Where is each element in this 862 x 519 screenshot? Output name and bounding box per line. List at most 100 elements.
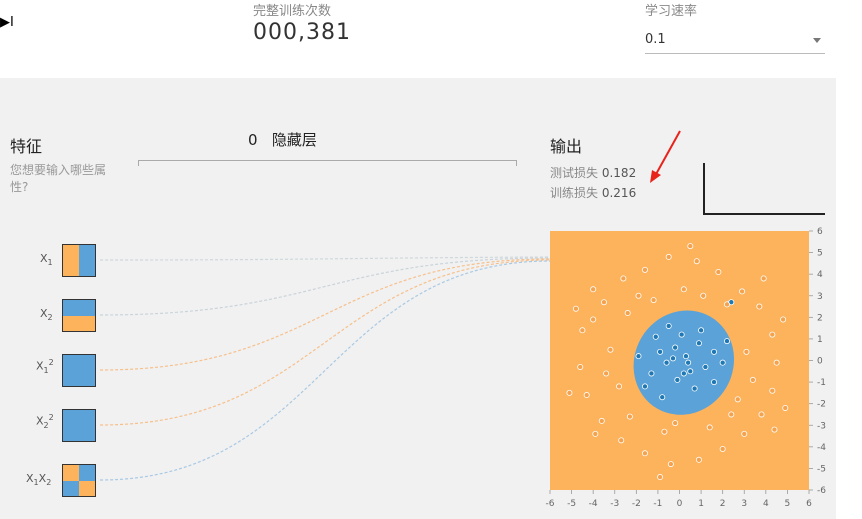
data-point bbox=[624, 310, 631, 317]
data-point bbox=[665, 322, 672, 329]
x-tick-label: 2 bbox=[720, 499, 726, 509]
y-tick-label: -3 bbox=[817, 421, 826, 431]
data-point bbox=[600, 299, 607, 306]
data-point bbox=[663, 359, 670, 366]
data-point bbox=[678, 331, 685, 338]
data-point bbox=[652, 333, 659, 340]
data-point bbox=[771, 426, 778, 433]
data-point bbox=[741, 430, 748, 437]
data-point bbox=[616, 383, 623, 390]
data-point bbox=[719, 359, 726, 366]
data-point bbox=[758, 411, 765, 418]
data-point bbox=[685, 359, 692, 366]
x-tick-label: -5 bbox=[567, 499, 576, 509]
data-point bbox=[782, 404, 789, 411]
data-point bbox=[598, 417, 605, 424]
data-point bbox=[680, 286, 687, 293]
x-tick-label: -1 bbox=[653, 499, 662, 509]
x-tick-label: 4 bbox=[763, 499, 769, 509]
data-point bbox=[579, 327, 586, 334]
data-point bbox=[672, 344, 679, 351]
data-point bbox=[728, 411, 735, 418]
data-point bbox=[657, 348, 664, 355]
data-point bbox=[657, 474, 664, 481]
data-point bbox=[607, 346, 614, 353]
data-point bbox=[635, 292, 642, 299]
data-point bbox=[715, 269, 722, 276]
data-point bbox=[706, 424, 713, 431]
data-point bbox=[749, 376, 756, 383]
data-point bbox=[641, 266, 648, 273]
data-point bbox=[687, 243, 694, 250]
data-point bbox=[670, 355, 677, 362]
data-point bbox=[635, 353, 642, 360]
data-point bbox=[626, 413, 633, 420]
data-point bbox=[723, 338, 730, 345]
data-point bbox=[572, 305, 579, 312]
data-point bbox=[723, 301, 730, 308]
data-point bbox=[648, 370, 655, 377]
data-point bbox=[719, 445, 726, 452]
data-point bbox=[711, 379, 718, 386]
y-tick-label: 1 bbox=[817, 335, 823, 345]
data-point bbox=[695, 456, 702, 463]
y-tick-label: -6 bbox=[817, 486, 826, 496]
y-tick-label: 4 bbox=[817, 270, 823, 280]
y-tick-label: 2 bbox=[817, 313, 823, 323]
data-point bbox=[659, 394, 666, 401]
y-tick-label: -1 bbox=[817, 378, 826, 388]
data-point bbox=[592, 430, 599, 437]
x-tick-label: 5 bbox=[785, 499, 791, 509]
data-point bbox=[769, 331, 776, 338]
data-point bbox=[702, 363, 709, 370]
data-point bbox=[672, 420, 679, 427]
data-point bbox=[641, 450, 648, 457]
data-point bbox=[682, 353, 689, 360]
data-point bbox=[603, 370, 610, 377]
data-point bbox=[698, 327, 705, 334]
data-point bbox=[711, 348, 718, 355]
data-point bbox=[695, 340, 702, 347]
data-point bbox=[583, 392, 590, 399]
data-point bbox=[590, 316, 597, 323]
x-tick-label: -4 bbox=[589, 499, 598, 509]
x-tick-label: 6 bbox=[806, 499, 812, 509]
data-point bbox=[769, 387, 776, 394]
data-point bbox=[566, 389, 573, 396]
data-point bbox=[780, 316, 787, 323]
x-tick-label: -2 bbox=[632, 499, 641, 509]
data-point bbox=[590, 286, 597, 293]
y-tick-label: 0 bbox=[817, 357, 823, 367]
data-point bbox=[743, 348, 750, 355]
y-tick-label: 3 bbox=[817, 292, 823, 302]
data-point bbox=[674, 376, 681, 383]
x-tick-label: -6 bbox=[546, 499, 555, 509]
output-plot: -6 -5 -4 -3 -2 -1 0 1 2 3 4 5 6 6 5 4 3 2 1 0 -1 -2 -3 -4 -5 -6 bbox=[546, 227, 827, 509]
data-point bbox=[739, 288, 746, 295]
data-point bbox=[667, 461, 674, 468]
data-point bbox=[756, 303, 763, 310]
x-tick-label: -3 bbox=[610, 499, 619, 509]
data-point bbox=[700, 292, 707, 299]
y-tick-label: 5 bbox=[817, 249, 823, 259]
data-point bbox=[650, 297, 657, 304]
data-point bbox=[680, 370, 687, 377]
data-point bbox=[618, 437, 625, 444]
data-point bbox=[620, 275, 627, 282]
y-tick-label: -5 bbox=[817, 464, 826, 474]
data-point bbox=[734, 396, 741, 403]
x-tick-label: 0 bbox=[677, 499, 683, 509]
data-point bbox=[661, 428, 668, 435]
data-point bbox=[687, 368, 694, 375]
data-point bbox=[693, 258, 700, 265]
data-point bbox=[691, 385, 698, 392]
data-point bbox=[577, 363, 584, 370]
x-tick-label: 1 bbox=[698, 499, 704, 509]
data-point bbox=[773, 359, 780, 366]
data-point bbox=[760, 275, 767, 282]
data-point bbox=[641, 383, 648, 390]
y-tick-label: 6 bbox=[817, 227, 823, 237]
x-tick-label: 3 bbox=[741, 499, 747, 509]
y-tick-label: -2 bbox=[817, 400, 826, 410]
y-tick-label: -4 bbox=[817, 443, 826, 453]
